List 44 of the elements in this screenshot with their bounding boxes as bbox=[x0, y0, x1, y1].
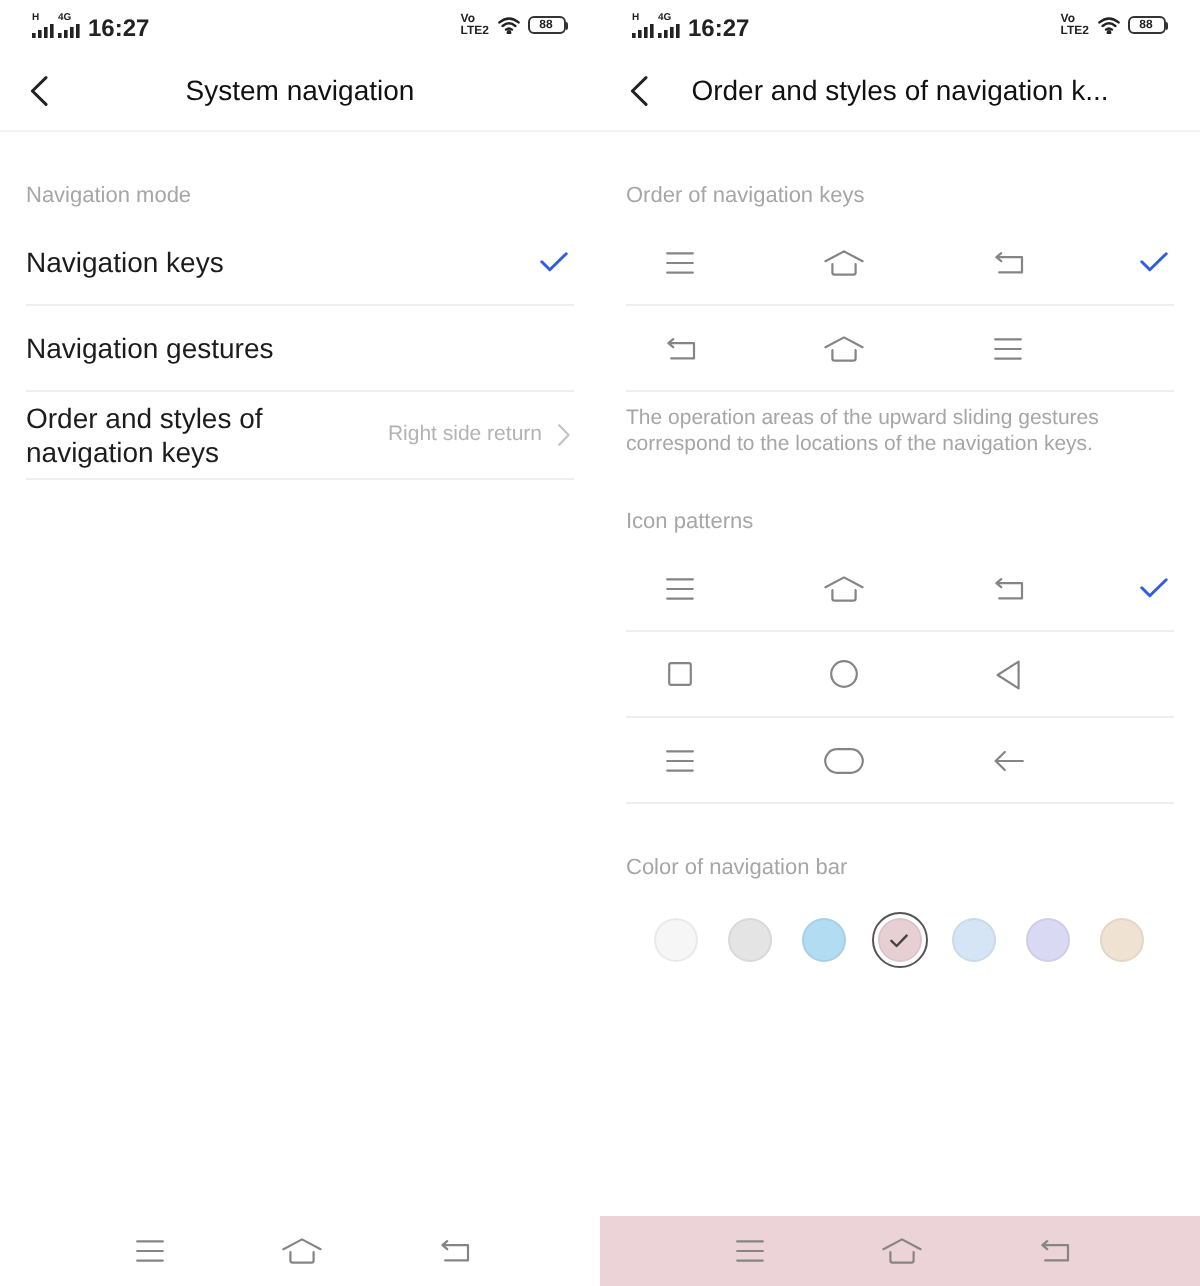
link-row[interactable]: Order and styles of navigation keys Right side return bbox=[26, 392, 574, 480]
triangle-icon bbox=[996, 659, 1020, 689]
clock-time: 16:27 bbox=[88, 13, 150, 41]
square-icon bbox=[668, 662, 692, 686]
current-value: Right side return bbox=[387, 419, 542, 450]
page-title: System navigation bbox=[183, 71, 417, 110]
rounded-rectangle-icon bbox=[824, 747, 864, 773]
home-icon[interactable] bbox=[282, 1238, 322, 1264]
section-label: Color of navigation bar bbox=[624, 854, 850, 884]
note-text: The operation areas of the upward sliding gestures correspond to the locations of the navigation keys. bbox=[624, 404, 1101, 458]
section-label: Navigation mode bbox=[24, 182, 194, 212]
menu-icon bbox=[666, 251, 694, 273]
back-icon bbox=[993, 251, 1023, 273]
option-row[interactable]: Navigation keys bbox=[26, 220, 574, 306]
home-icon bbox=[824, 575, 864, 601]
page-title: Order and styles of navigation k... bbox=[689, 71, 1111, 110]
menu-icon[interactable] bbox=[136, 1240, 164, 1262]
check-icon bbox=[890, 933, 909, 947]
menu-icon bbox=[666, 749, 694, 771]
back-chevron-icon[interactable] bbox=[30, 75, 48, 105]
menu-icon bbox=[994, 337, 1022, 359]
clock-time: 16:27 bbox=[688, 13, 750, 41]
section-label: Order of navigation keys bbox=[624, 182, 867, 212]
option-row[interactable]: Navigation gestures bbox=[26, 306, 574, 392]
back-icon bbox=[665, 337, 695, 359]
wifi-icon bbox=[497, 16, 519, 34]
home-icon bbox=[824, 249, 864, 275]
back-icon[interactable] bbox=[1039, 1240, 1069, 1262]
back-icon[interactable] bbox=[439, 1240, 469, 1262]
back-icon bbox=[993, 577, 1023, 599]
menu-icon[interactable] bbox=[736, 1240, 764, 1262]
circle-icon bbox=[830, 660, 858, 688]
wifi-icon bbox=[1097, 16, 1119, 34]
section-label: Icon patterns bbox=[624, 508, 756, 538]
left-arrow-icon bbox=[993, 749, 1023, 771]
signal-icon bbox=[32, 24, 54, 38]
menu-icon bbox=[666, 577, 694, 599]
signal-icon bbox=[658, 24, 680, 38]
signal-icon bbox=[632, 24, 654, 38]
home-icon[interactable] bbox=[882, 1238, 922, 1264]
signal-icon bbox=[58, 24, 80, 38]
chevron-right-icon bbox=[558, 424, 570, 446]
back-chevron-icon[interactable] bbox=[630, 75, 648, 105]
home-icon bbox=[824, 335, 864, 361]
